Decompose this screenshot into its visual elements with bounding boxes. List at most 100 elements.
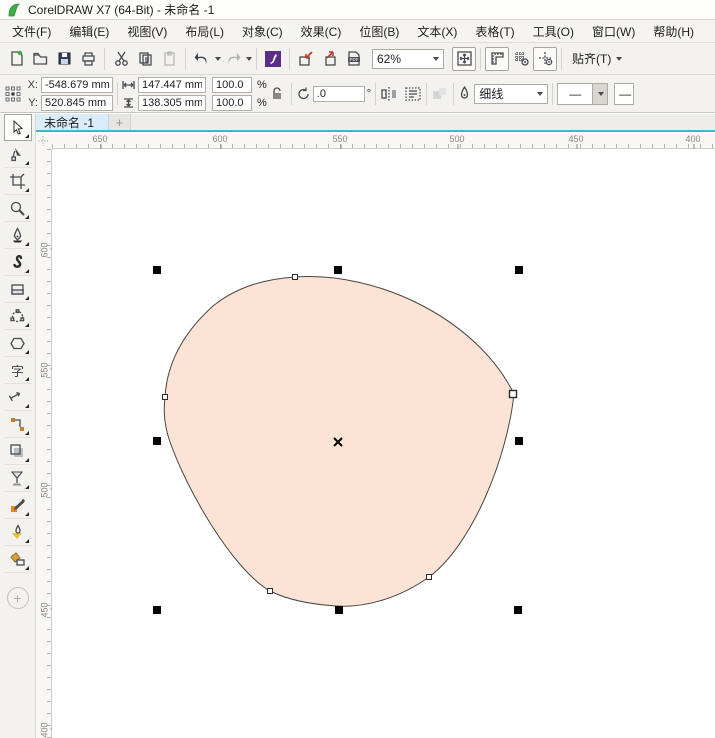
object-height-input[interactable] bbox=[138, 95, 206, 111]
selection-handle-top-center[interactable] bbox=[334, 266, 342, 274]
selection-handle-bottom-right[interactable] bbox=[514, 606, 522, 614]
export-button[interactable] bbox=[318, 47, 342, 71]
open-button[interactable] bbox=[28, 47, 52, 71]
drawing-canvas[interactable] bbox=[52, 149, 715, 738]
zoom-level-value: 62% bbox=[377, 52, 401, 66]
menu-edit[interactable]: 编辑(E) bbox=[61, 21, 117, 42]
ellipse-tool[interactable] bbox=[4, 303, 32, 330]
curve-node[interactable] bbox=[163, 395, 168, 400]
menu-effects[interactable]: 效果(C) bbox=[293, 21, 350, 42]
selection-handle-middle-left[interactable] bbox=[153, 437, 161, 445]
menu-text[interactable]: 文本(X) bbox=[409, 21, 465, 42]
menu-layout[interactable]: 布局(L) bbox=[177, 21, 232, 42]
toolbar-separator bbox=[185, 48, 186, 70]
propbar-separator bbox=[117, 83, 118, 105]
toolbar-separator bbox=[104, 48, 105, 70]
menu-table[interactable]: 表格(T) bbox=[467, 21, 522, 42]
scale-horizontal-input[interactable] bbox=[212, 77, 252, 93]
wrap-text-icon[interactable] bbox=[404, 86, 422, 102]
curve-node[interactable] bbox=[268, 589, 273, 594]
y-position-label: Y: bbox=[26, 97, 38, 109]
selection-handle-top-left[interactable] bbox=[153, 266, 161, 274]
outline-width-value: 细线 bbox=[479, 85, 503, 102]
pick-tool[interactable] bbox=[4, 114, 32, 141]
curve-node[interactable] bbox=[293, 275, 298, 280]
selection-handle-top-right[interactable] bbox=[515, 266, 523, 274]
y-position-input[interactable] bbox=[41, 95, 113, 111]
freehand-tool[interactable] bbox=[4, 222, 32, 249]
vertical-ruler[interactable]: 600 550 500 450 400 bbox=[36, 149, 52, 738]
zoom-level-combobox[interactable]: 62% bbox=[372, 49, 444, 69]
convert-to-curves-icon[interactable] bbox=[431, 86, 449, 102]
object-width-input[interactable] bbox=[138, 77, 206, 93]
curve-node[interactable] bbox=[427, 575, 432, 580]
show-grid-toggle[interactable] bbox=[509, 47, 533, 71]
new-document-button[interactable] bbox=[4, 47, 28, 71]
undo-button[interactable] bbox=[190, 47, 214, 71]
interactive-fill-tool[interactable] bbox=[4, 519, 32, 546]
horizontal-ruler[interactable]: 650 600 550 500 450 400 bbox=[52, 134, 715, 149]
redo-button[interactable] bbox=[221, 47, 245, 71]
document-tab-label: 未命名 -1 bbox=[44, 114, 94, 131]
smart-fill-tool[interactable] bbox=[4, 546, 32, 573]
ruler-origin-corner[interactable] bbox=[36, 134, 52, 149]
document-tab-active[interactable]: 未命名 -1 bbox=[36, 114, 109, 130]
connector-tool[interactable] bbox=[4, 411, 32, 438]
mirror-horizontal-icon[interactable] bbox=[380, 86, 398, 102]
menu-window[interactable]: 窗口(W) bbox=[584, 21, 643, 42]
selection-handle-middle-right[interactable] bbox=[515, 437, 523, 445]
toolbar-separator bbox=[256, 48, 257, 70]
menu-tools[interactable]: 工具(O) bbox=[525, 21, 582, 42]
degree-label: ° bbox=[367, 88, 371, 100]
lock-ratio-icon[interactable] bbox=[271, 87, 283, 101]
outline-width-combobox[interactable]: 细线 bbox=[474, 84, 548, 104]
v-ruler-label: 450 bbox=[40, 602, 50, 617]
customize-toolbox-button[interactable]: + bbox=[7, 587, 29, 609]
crop-tool[interactable] bbox=[4, 168, 32, 195]
rectangle-tool[interactable] bbox=[4, 276, 32, 303]
new-tab-button[interactable]: + bbox=[109, 114, 131, 130]
polygon-tool[interactable] bbox=[4, 330, 32, 357]
zoom-tool[interactable] bbox=[4, 195, 32, 222]
x-position-input[interactable] bbox=[41, 77, 113, 93]
print-button[interactable] bbox=[76, 47, 100, 71]
snap-dropdown-arrow bbox=[616, 57, 622, 61]
menu-file[interactable]: 文件(F) bbox=[4, 21, 59, 42]
menu-view[interactable]: 视图(V) bbox=[119, 21, 175, 42]
line-style-combobox[interactable]: — bbox=[557, 83, 608, 105]
rotation-angle-input[interactable] bbox=[313, 86, 365, 102]
propbar-separator bbox=[426, 83, 427, 105]
snap-to-dropdown[interactable]: 贴齐(T) bbox=[566, 48, 628, 69]
object-position-icon bbox=[4, 85, 22, 103]
redo-dropdown-arrow[interactable] bbox=[246, 57, 252, 61]
toolbar-separator bbox=[289, 48, 290, 70]
menu-help[interactable]: 帮助(H) bbox=[645, 21, 702, 42]
curve-tool[interactable] bbox=[4, 249, 32, 276]
menu-bitmaps[interactable]: 位图(B) bbox=[351, 21, 407, 42]
transparency-tool[interactable] bbox=[4, 465, 32, 492]
drop-shadow-tool[interactable] bbox=[4, 438, 32, 465]
v-ruler-label: 400 bbox=[40, 722, 50, 737]
full-screen-preview-button[interactable] bbox=[452, 47, 476, 71]
save-button[interactable] bbox=[52, 47, 76, 71]
show-rulers-toggle[interactable] bbox=[485, 47, 509, 71]
publish-pdf-button[interactable]: PDF bbox=[342, 47, 366, 71]
copy-button[interactable] bbox=[133, 47, 157, 71]
selection-handle-bottom-left[interactable] bbox=[153, 606, 161, 614]
scale-vertical-input[interactable] bbox=[212, 95, 252, 111]
curve-start-node[interactable] bbox=[510, 391, 517, 398]
import-button[interactable] bbox=[294, 47, 318, 71]
selection-handle-bottom-center[interactable] bbox=[335, 606, 343, 614]
line-style-dropdown-button[interactable] bbox=[592, 84, 607, 104]
paste-button[interactable] bbox=[157, 47, 181, 71]
text-tool-glyph: 字 bbox=[11, 361, 24, 380]
menu-object[interactable]: 对象(C) bbox=[234, 21, 291, 42]
color-eyedropper-tool[interactable] bbox=[4, 492, 32, 519]
start-arrowhead-combobox[interactable]: — bbox=[614, 83, 634, 105]
shape-tool[interactable] bbox=[4, 141, 32, 168]
text-tool[interactable]: 字 bbox=[4, 357, 32, 384]
cut-button[interactable] bbox=[109, 47, 133, 71]
dimension-tool[interactable] bbox=[4, 384, 32, 411]
show-guidelines-toggle[interactable] bbox=[533, 47, 557, 71]
application-launcher-button[interactable] bbox=[261, 47, 285, 71]
